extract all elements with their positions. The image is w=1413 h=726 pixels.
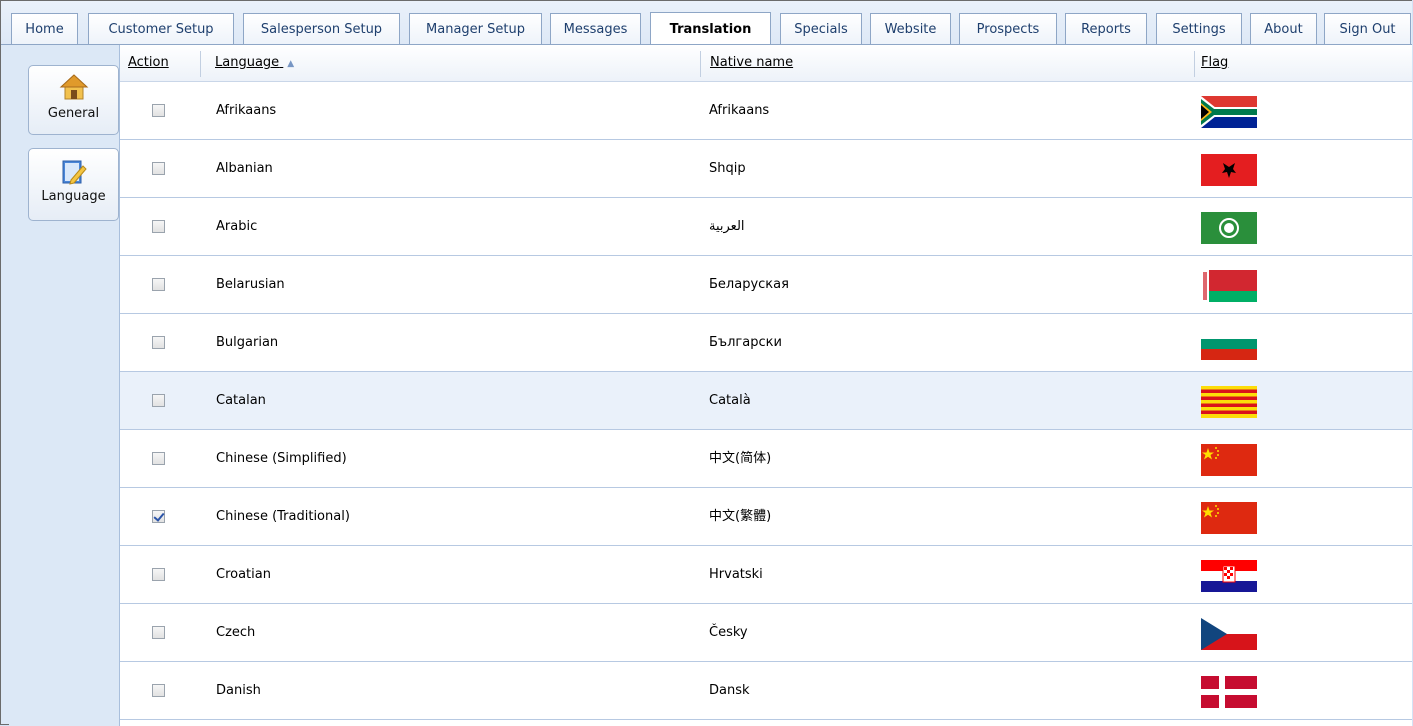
tab-messages[interactable]: Messages bbox=[550, 13, 641, 44]
tab-customer-setup[interactable]: Customer Setup bbox=[88, 13, 234, 44]
sidebar: General Language bbox=[9, 45, 120, 726]
table-row[interactable]: Chinese (Traditional) 中文(繁體) bbox=[120, 488, 1412, 546]
app-frame: Home Customer Setup Salesperson Setup Ma… bbox=[0, 0, 1412, 726]
tab-home[interactable]: Home bbox=[11, 13, 78, 44]
column-divider bbox=[700, 51, 701, 77]
native-name-cell: Català bbox=[709, 393, 751, 408]
language-cell: Arabic bbox=[216, 219, 258, 234]
language-cell: Belarusian bbox=[216, 277, 285, 292]
row-checkbox[interactable] bbox=[152, 394, 165, 407]
native-name-cell: Български bbox=[709, 335, 782, 350]
tab-translation[interactable]: Translation bbox=[650, 12, 771, 45]
table-row[interactable]: Danish Dansk bbox=[120, 662, 1412, 720]
native-name-cell: Shqip bbox=[709, 161, 746, 176]
column-header-flag[interactable]: Flag bbox=[1201, 45, 1228, 81]
row-checkbox[interactable] bbox=[152, 104, 165, 117]
column-divider bbox=[200, 51, 201, 77]
native-name-cell: Беларуская bbox=[709, 277, 789, 292]
native-name-cell: 中文(繁體) bbox=[709, 509, 772, 524]
native-name-cell: Afrikaans bbox=[709, 103, 770, 118]
table-row[interactable]: Chinese (Simplified) 中文(简体) bbox=[120, 430, 1412, 488]
table-row[interactable]: Belarusian Беларуская bbox=[120, 256, 1412, 314]
sort-ascending-icon: ▲ bbox=[287, 59, 295, 69]
denmark-flag-icon bbox=[1201, 676, 1257, 708]
croatia-flag-icon bbox=[1201, 560, 1257, 592]
column-divider bbox=[1194, 51, 1195, 77]
row-checkbox[interactable] bbox=[152, 278, 165, 291]
table-row[interactable]: Catalan Català bbox=[120, 372, 1412, 430]
native-name-cell: Hrvatski bbox=[709, 567, 763, 582]
tab-website[interactable]: Website bbox=[870, 13, 951, 44]
row-checkbox[interactable] bbox=[152, 684, 165, 697]
czech-flag-icon bbox=[1201, 618, 1257, 650]
column-header-action[interactable]: Action bbox=[128, 45, 169, 81]
tab-salesperson-setup[interactable]: Salesperson Setup bbox=[243, 13, 400, 44]
row-checkbox[interactable] bbox=[152, 452, 165, 465]
language-cell: Albanian bbox=[216, 161, 273, 176]
language-cell: Chinese (Simplified) bbox=[216, 451, 347, 466]
table-row[interactable]: Czech Česky bbox=[120, 604, 1412, 662]
language-cell: Danish bbox=[216, 683, 261, 698]
row-checkbox[interactable] bbox=[152, 336, 165, 349]
albania-flag-icon bbox=[1201, 154, 1257, 186]
native-name-cell: Dansk bbox=[709, 683, 750, 698]
house-icon bbox=[29, 66, 118, 106]
south-africa-flag-icon bbox=[1201, 96, 1257, 128]
row-checkbox[interactable] bbox=[152, 568, 165, 581]
language-cell: Czech bbox=[216, 625, 256, 640]
sidebar-item-general[interactable]: General bbox=[28, 65, 119, 135]
language-cell: Afrikaans bbox=[216, 103, 277, 118]
arab-league-flag-icon bbox=[1201, 212, 1257, 244]
sidebar-item-language[interactable]: Language bbox=[28, 148, 119, 221]
tab-sign-out[interactable]: Sign Out bbox=[1324, 13, 1411, 44]
language-cell: Chinese (Traditional) bbox=[216, 509, 350, 524]
row-checkbox[interactable] bbox=[152, 510, 165, 523]
row-checkbox[interactable] bbox=[152, 162, 165, 175]
language-cell: Catalan bbox=[216, 393, 266, 408]
belarus-flag-icon bbox=[1201, 270, 1257, 302]
grid-header: Action Language ▲ Native name Flag bbox=[120, 45, 1412, 82]
edit-document-icon bbox=[29, 149, 118, 189]
column-header-language[interactable]: Language ▲ bbox=[215, 45, 294, 81]
bulgaria-flag-icon bbox=[1201, 328, 1257, 360]
table-row[interactable]: Albanian Shqip bbox=[120, 140, 1412, 198]
tab-settings[interactable]: Settings bbox=[1156, 13, 1242, 44]
tab-about[interactable]: About bbox=[1250, 13, 1317, 44]
row-checkbox[interactable] bbox=[152, 626, 165, 639]
native-name-cell: Česky bbox=[709, 625, 748, 640]
tab-reports[interactable]: Reports bbox=[1065, 13, 1147, 44]
native-name-cell: العربية bbox=[709, 219, 745, 234]
table-row[interactable]: Afrikaans Afrikaans bbox=[120, 82, 1412, 140]
sidebar-item-label: General bbox=[47, 106, 100, 121]
catalonia-flag-icon bbox=[1201, 386, 1257, 418]
column-header-native-name[interactable]: Native name bbox=[710, 45, 793, 81]
china-flag-icon bbox=[1201, 502, 1257, 534]
column-header-language-label: Language bbox=[215, 55, 280, 70]
native-name-cell: 中文(简体) bbox=[709, 451, 772, 466]
sidebar-item-label: Language bbox=[41, 189, 106, 204]
table-row[interactable]: Croatian Hrvatski bbox=[120, 546, 1412, 604]
tab-specials[interactable]: Specials bbox=[780, 13, 862, 44]
row-checkbox[interactable] bbox=[152, 220, 165, 233]
tab-prospects[interactable]: Prospects bbox=[959, 13, 1057, 44]
tab-bar: Home Customer Setup Salesperson Setup Ma… bbox=[1, 1, 1412, 45]
language-cell: Bulgarian bbox=[216, 335, 279, 350]
tab-manager-setup[interactable]: Manager Setup bbox=[409, 13, 542, 44]
language-grid: Action Language ▲ Native name Flag Afrik… bbox=[120, 45, 1412, 726]
table-row[interactable]: Bulgarian Български bbox=[120, 314, 1412, 372]
china-flag-icon bbox=[1201, 444, 1257, 476]
language-cell: Croatian bbox=[216, 567, 271, 582]
table-row[interactable]: Arabic العربية bbox=[120, 198, 1412, 256]
